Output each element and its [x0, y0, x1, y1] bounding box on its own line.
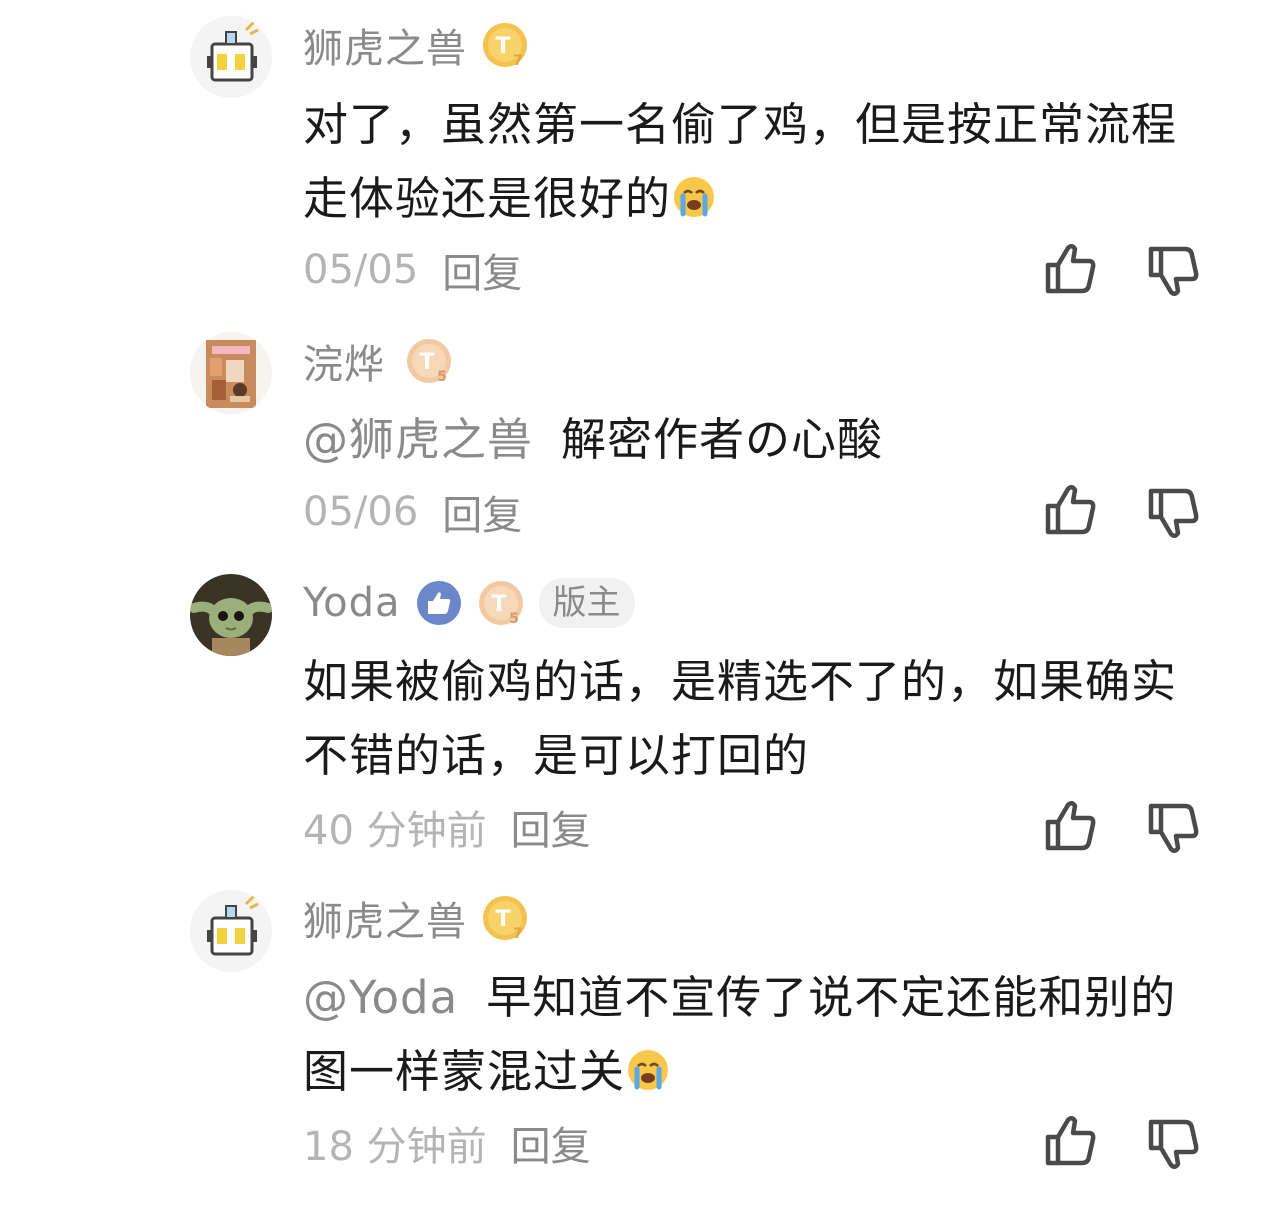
username[interactable]: 狮虎之兽 [303, 889, 467, 947]
thumbs-up-badge-icon [415, 579, 463, 627]
comment-thread: 狮虎之兽 T 7 对了，虽然第一名偷了鸡，但是按正常流程走体验还是很好的 05/… [0, 0, 1264, 1207]
like-thumbs-up-icon[interactable] [1043, 481, 1101, 539]
mention-link[interactable]: @狮虎之兽 [303, 413, 533, 466]
username[interactable]: Yoda [303, 580, 401, 626]
dislike-thumbs-down-icon[interactable] [1146, 242, 1204, 300]
level-badge-icon: T 7 [481, 894, 529, 942]
reply-button[interactable]: 回复 [511, 798, 591, 856]
svg-text:T: T [419, 350, 434, 375]
comment-header: 浣烨 T 5 [303, 333, 453, 389]
comment-time: 05/05 [303, 247, 419, 293]
comment-footer: 40 分钟前 回复 [303, 799, 591, 855]
dislike-thumbs-down-icon[interactable] [1146, 799, 1204, 857]
dislike-thumbs-down-icon[interactable] [1146, 484, 1204, 542]
avatar[interactable] [190, 574, 272, 656]
comment-time: 40 分钟前 [303, 808, 487, 854]
mention-link[interactable]: @Yoda [303, 971, 458, 1024]
comment-time: 05/06 [303, 489, 419, 535]
comment-header: 狮虎之兽 T 7 [303, 890, 529, 946]
dislike-thumbs-down-icon[interactable] [1146, 1115, 1204, 1173]
comment-text: 解密作者の心酸 [561, 413, 884, 466]
comment-header: 狮虎之兽 T 7 [303, 17, 529, 73]
level-number: 7 [513, 926, 523, 942]
username[interactable]: 狮虎之兽 [303, 16, 467, 74]
comment-body: @狮虎之兽 解密作者の心酸 [303, 403, 1203, 477]
comment-text: 对了，虽然第一名偷了鸡，但是按正常流程走体验还是很好的 [303, 98, 1178, 225]
svg-text:T: T [491, 592, 506, 617]
comment-footer: 05/05 回复 [303, 242, 522, 298]
like-thumbs-up-icon[interactable] [1043, 797, 1101, 855]
reply-button[interactable]: 回复 [442, 483, 522, 541]
avatar[interactable] [190, 890, 272, 972]
level-badge-icon: T 5 [405, 337, 453, 385]
comment-footer: 18 分钟前 回复 [303, 1115, 591, 1171]
reply-button[interactable]: 回复 [442, 241, 522, 299]
crying-face-icon [625, 1041, 671, 1090]
like-thumbs-up-icon[interactable] [1043, 1112, 1101, 1170]
comment-text: 如果被偷鸡的话，是精选不了的，如果确实不错的话，是可以打回的 [303, 655, 1178, 782]
reply-button[interactable]: 回复 [511, 1114, 591, 1172]
svg-text:T: T [495, 907, 510, 932]
level-badge-icon: T 5 [477, 579, 525, 627]
avatar[interactable] [190, 332, 272, 414]
comment-body: 对了，虽然第一名偷了鸡，但是按正常流程走体验还是很好的 [303, 88, 1203, 236]
level-number: 5 [509, 611, 519, 627]
comment-body: @Yoda 早知道不宣传了说不定还能和别的图一样蒙混过关 [303, 961, 1203, 1109]
comment-body: 如果被偷鸡的话，是精选不了的，如果确实不错的话，是可以打回的 [303, 645, 1203, 793]
username[interactable]: 浣烨 [303, 332, 385, 390]
svg-text:T: T [495, 34, 510, 59]
crying-face-icon [671, 168, 717, 217]
level-badge-icon: T 7 [481, 21, 529, 69]
level-number: 7 [513, 53, 523, 69]
level-number: 5 [437, 369, 447, 385]
comment-time: 18 分钟前 [303, 1124, 487, 1170]
moderator-tag: 版主 [538, 578, 635, 628]
like-thumbs-up-icon[interactable] [1043, 240, 1101, 298]
comment-footer: 05/06 回复 [303, 484, 522, 540]
avatar[interactable] [190, 16, 272, 98]
comment-header: Yoda T 5 版主 [303, 575, 635, 631]
